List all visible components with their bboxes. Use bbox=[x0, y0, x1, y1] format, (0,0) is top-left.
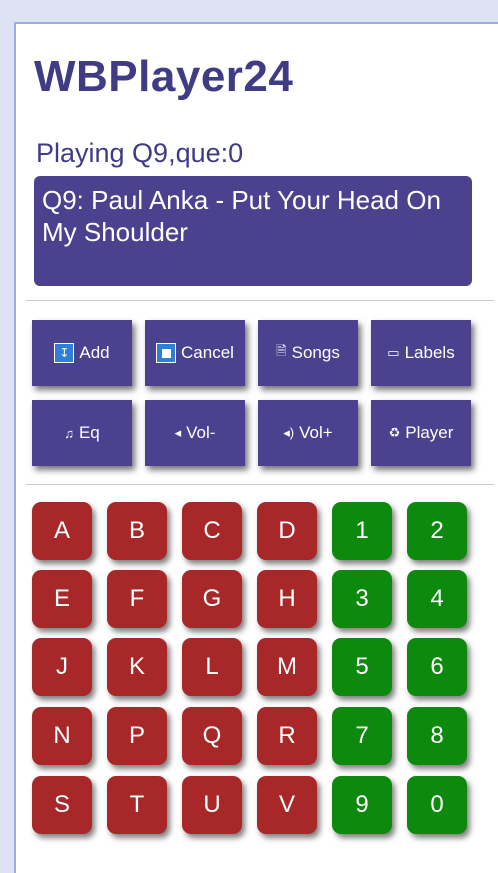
down-arrow-box-icon: ↧ bbox=[54, 343, 75, 363]
eq-label: Eq bbox=[78, 423, 100, 442]
key-3[interactable]: 3 bbox=[332, 570, 392, 628]
key-t[interactable]: T bbox=[107, 776, 167, 834]
key-1[interactable]: 1 bbox=[332, 502, 392, 560]
songs-label: Songs bbox=[291, 343, 340, 362]
now-playing-text: Q9: Paul Anka - Put Your Head On My Shou… bbox=[42, 185, 441, 247]
key-h[interactable]: H bbox=[257, 570, 317, 628]
key-p[interactable]: P bbox=[107, 707, 167, 765]
key-8[interactable]: 8 bbox=[407, 707, 467, 765]
divider-bottom bbox=[26, 484, 494, 485]
volume-down-button[interactable]: ◂ Vol- bbox=[145, 400, 245, 466]
key-k[interactable]: K bbox=[107, 638, 167, 696]
key-4[interactable]: 4 bbox=[407, 570, 467, 628]
playing-status: Playing Q9,que:0 bbox=[36, 138, 244, 168]
key-b[interactable]: B bbox=[107, 502, 167, 560]
volume-up-button[interactable]: ◂) Vol+ bbox=[258, 400, 358, 466]
key-l[interactable]: L bbox=[182, 638, 242, 696]
key-d[interactable]: D bbox=[257, 502, 317, 560]
key-5[interactable]: 5 bbox=[332, 638, 392, 696]
add-button[interactable]: ↧ Add bbox=[32, 320, 132, 386]
key-m[interactable]: M bbox=[257, 638, 317, 696]
divider-top bbox=[26, 300, 494, 301]
key-e[interactable]: E bbox=[32, 570, 92, 628]
player-button[interactable]: ♻ Player bbox=[371, 400, 471, 466]
player-label: Player bbox=[405, 423, 454, 442]
labels-button[interactable]: ▭ Labels bbox=[371, 320, 471, 386]
key-r[interactable]: R bbox=[257, 707, 317, 765]
labels-label: Labels bbox=[404, 343, 455, 362]
app-title: WBPlayer24 bbox=[34, 52, 294, 101]
now-playing-panel: Q9: Paul Anka - Put Your Head On My Shou… bbox=[34, 176, 472, 286]
key-f[interactable]: F bbox=[107, 570, 167, 628]
key-j[interactable]: J bbox=[32, 638, 92, 696]
key-s[interactable]: S bbox=[32, 776, 92, 834]
volume-down-label: Vol- bbox=[186, 423, 216, 442]
key-u[interactable]: U bbox=[182, 776, 242, 834]
key-v[interactable]: V bbox=[257, 776, 317, 834]
recycle-icon: ♻ bbox=[388, 425, 401, 440]
key-n[interactable]: N bbox=[32, 707, 92, 765]
cancel-button[interactable]: Cancel bbox=[145, 320, 245, 386]
speaker-high-icon: ◂) bbox=[283, 425, 295, 440]
key-6[interactable]: 6 bbox=[407, 638, 467, 696]
volume-up-label: Vol+ bbox=[299, 423, 333, 442]
key-9[interactable]: 9 bbox=[332, 776, 392, 834]
key-c[interactable]: C bbox=[182, 502, 242, 560]
stop-box-icon bbox=[156, 343, 177, 363]
document-icon: 🗎 bbox=[276, 343, 287, 358]
app-frame: WBPlayer24 Playing Q9,que:0 Q9: Paul Ank… bbox=[14, 22, 498, 873]
add-label: Add bbox=[79, 343, 110, 362]
key-2[interactable]: 2 bbox=[407, 502, 467, 560]
eq-button[interactable]: ♫ Eq bbox=[32, 400, 132, 466]
cancel-label: Cancel bbox=[181, 343, 234, 362]
key-7[interactable]: 7 bbox=[332, 707, 392, 765]
key-a[interactable]: A bbox=[32, 502, 92, 560]
key-q[interactable]: Q bbox=[182, 707, 242, 765]
speaker-low-icon: ◂ bbox=[174, 425, 182, 440]
songs-button[interactable]: 🗎 Songs bbox=[258, 320, 358, 386]
key-g[interactable]: G bbox=[182, 570, 242, 628]
key-0[interactable]: 0 bbox=[407, 776, 467, 834]
music-note-icon: ♫ bbox=[64, 425, 74, 441]
tag-icon: ▭ bbox=[387, 345, 400, 360]
